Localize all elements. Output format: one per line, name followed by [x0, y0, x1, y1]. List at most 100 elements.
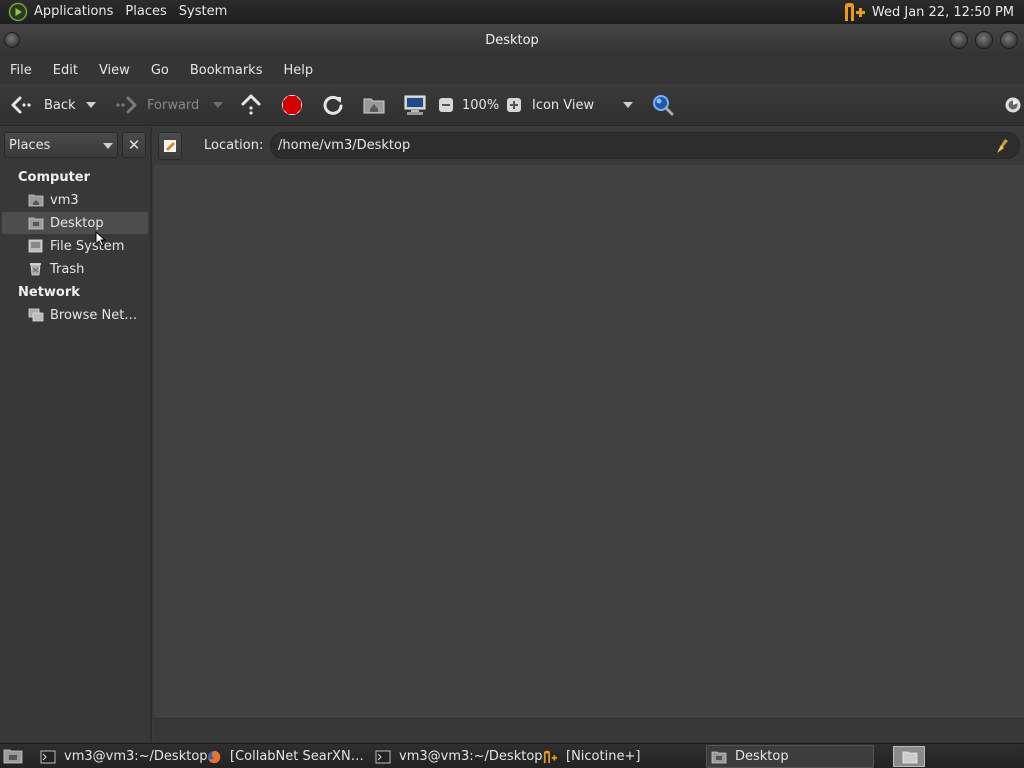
- drive-icon: [28, 239, 43, 253]
- task-nicotine[interactable]: [Nicotine+]: [538, 745, 640, 768]
- applications-logo-icon[interactable]: [8, 2, 28, 22]
- stop-icon: [282, 95, 302, 115]
- forward-arrow-icon: [116, 96, 137, 114]
- throbber-icon: [1005, 97, 1021, 113]
- applications-menu[interactable]: Applications: [28, 0, 119, 24]
- nicotine-icon: [543, 750, 557, 763]
- back-arrow-icon: [11, 96, 31, 114]
- location-label: Location:: [204, 138, 264, 153]
- task-label: Desktop: [735, 749, 789, 764]
- desktop-folder-icon: [28, 217, 44, 230]
- workspace-folder-icon: [902, 751, 918, 764]
- window-menu-button[interactable]: [4, 32, 20, 48]
- forward-label: Forward: [147, 97, 200, 113]
- view-mode-label: Icon View: [532, 97, 595, 113]
- sidebar-close-button[interactable]: ✕: [122, 132, 146, 158]
- back-history-dropdown[interactable]: [86, 84, 96, 126]
- computer-button[interactable]: [403, 84, 427, 126]
- terminal-icon: [40, 750, 56, 763]
- sidebar-item-browse-network[interactable]: Browse Net…: [2, 304, 148, 326]
- home-folder-icon: [363, 98, 385, 114]
- sidebar-item-vm3[interactable]: vm3: [2, 189, 148, 211]
- zoom-out-button[interactable]: [438, 84, 454, 126]
- firefox-icon: [207, 750, 221, 763]
- task-terminal-1[interactable]: vm3@vm3:~/Desktop: [36, 745, 208, 768]
- trash-icon: [30, 263, 41, 276]
- menu-bookmarks[interactable]: Bookmarks: [184, 63, 269, 78]
- zoom-out-icon: [439, 98, 453, 112]
- view-mode-select[interactable]: Icon View: [532, 84, 594, 126]
- back-button[interactable]: Back: [10, 84, 76, 126]
- task-terminal-2[interactable]: vm3@vm3:~/Desktop: [371, 745, 543, 768]
- toolbar: Back Forward 100% Icon View: [0, 84, 1024, 126]
- computer-icon: [404, 95, 426, 115]
- up-arrow-icon: [241, 94, 261, 115]
- window-titlebar[interactable]: Desktop: [0, 24, 1024, 56]
- mouse-pointer-icon: [95, 231, 107, 247]
- up-button[interactable]: [240, 84, 262, 126]
- menu-go[interactable]: Go: [145, 63, 175, 78]
- menu-file[interactable]: File: [4, 63, 38, 78]
- clock[interactable]: Wed Jan 22, 12:50 PM: [872, 5, 1014, 20]
- network-icon: [28, 308, 44, 322]
- back-label: Back: [44, 97, 76, 113]
- view-mode-dropdown[interactable]: [623, 84, 633, 126]
- task-label: vm3@vm3:~/Desktop: [64, 749, 208, 764]
- zoom-in-button[interactable]: [506, 84, 522, 126]
- zoom-level[interactable]: 100%: [462, 84, 499, 126]
- sidebar-item-label: Trash: [50, 261, 85, 277]
- sidebar-item-file-system[interactable]: File System: [2, 235, 148, 257]
- zoom-in-icon: [507, 98, 521, 112]
- sidebar-type-label: Places: [9, 137, 51, 153]
- close-button[interactable]: [1000, 31, 1018, 49]
- task-firefox[interactable]: [CollabNet SearXN…: [202, 745, 364, 768]
- sidebar-item-label: vm3: [50, 192, 79, 208]
- task-label: [Nicotine+]: [566, 749, 641, 764]
- reload-icon: [323, 95, 343, 115]
- bottom-taskbar: vm3@vm3:~/Desktop [CollabNet SearXN… vm3…: [0, 743, 1024, 768]
- sidebar-heading-network: Network: [18, 285, 80, 300]
- places-menu[interactable]: Places: [119, 0, 172, 24]
- forward-history-dropdown[interactable]: [213, 84, 223, 126]
- activity-spinner: [1004, 84, 1022, 126]
- stop-button[interactable]: [281, 84, 303, 126]
- zoom-level-label: 100%: [462, 97, 500, 113]
- sidebar-heading-computer: Computer: [18, 170, 91, 185]
- task-desktop[interactable]: Desktop: [706, 745, 874, 768]
- location-bar: Location: /home/vm3/Desktop: [152, 127, 1024, 165]
- task-label: vm3@vm3:~/Desktop: [399, 749, 543, 764]
- folder-icon: [711, 751, 727, 763]
- maximize-button[interactable]: [975, 31, 993, 49]
- status-bar: [154, 718, 1024, 743]
- nicotine-tray-icon[interactable]: [842, 1, 868, 23]
- show-desktop-icon[interactable]: [3, 748, 23, 764]
- sidebar-item-label: File System: [50, 238, 125, 254]
- minimize-button[interactable]: [950, 31, 968, 49]
- menu-edit[interactable]: Edit: [47, 63, 84, 78]
- chevron-down-icon: [103, 143, 113, 149]
- workspace-switcher[interactable]: [893, 746, 925, 767]
- search-icon: [653, 95, 674, 116]
- clear-location-icon[interactable]: [994, 137, 1012, 155]
- sidebar-type-select[interactable]: Places: [4, 132, 118, 158]
- sidebar: Places ✕ Computer vm3 Desktop File Syste…: [0, 127, 152, 743]
- file-view[interactable]: [154, 165, 1024, 718]
- system-menu[interactable]: System: [173, 0, 233, 24]
- sidebar-item-trash[interactable]: Trash: [2, 258, 148, 280]
- reload-button[interactable]: [322, 84, 344, 126]
- home-button[interactable]: [363, 84, 385, 126]
- menu-help[interactable]: Help: [277, 63, 319, 78]
- location-input[interactable]: /home/vm3/Desktop: [270, 132, 1020, 159]
- panel-tray: Wed Jan 22, 12:50 PM: [842, 0, 1020, 24]
- menu-view[interactable]: View: [93, 63, 136, 78]
- menubar: File Edit View Go Bookmarks Help: [0, 56, 1024, 84]
- forward-button[interactable]: Forward: [114, 84, 199, 126]
- home-folder-icon: [28, 194, 44, 207]
- task-label: [CollabNet SearXN…: [230, 749, 364, 764]
- top-panel: Applications Places System Wed Jan 22, 1…: [0, 0, 1024, 24]
- sidebar-item-desktop[interactable]: Desktop: [2, 212, 148, 234]
- search-button[interactable]: [651, 84, 675, 126]
- location-toggle-button[interactable]: [158, 132, 182, 160]
- edit-location-icon: [164, 140, 176, 152]
- close-icon: ✕: [127, 136, 141, 154]
